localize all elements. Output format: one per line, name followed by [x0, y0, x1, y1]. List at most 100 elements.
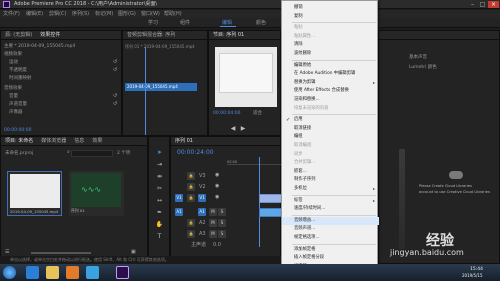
track-lock-icon[interactable]: 🔒	[187, 183, 195, 191]
effect-time-remap[interactable]: 时间重映射	[9, 76, 32, 82]
context-menu-item[interactable]: 复制	[282, 13, 379, 21]
context-menu-item[interactable]: 插入帧定格分段	[282, 254, 379, 262]
workspace-color[interactable]: 颜色	[256, 20, 266, 26]
track-lock-icon[interactable]: 🔒	[187, 172, 195, 180]
browser-icon[interactable]	[86, 266, 99, 279]
workspace-assembly[interactable]: 组件	[180, 20, 190, 26]
playhead-line[interactable]	[145, 47, 146, 135]
context-menu-item[interactable]: 添加帧定格	[282, 246, 379, 254]
mute-button[interactable]: M	[209, 230, 217, 238]
context-menu-item[interactable]: 取消链接	[282, 125, 379, 133]
tab-media-browser[interactable]: 媒体浏览器	[37, 137, 70, 146]
context-menu-item[interactable]: 粘贴属性...	[282, 33, 379, 41]
timeline-ruler[interactable]: 00:00	[227, 159, 282, 165]
context-menu-item[interactable]: 波纹删除	[282, 50, 379, 58]
menu-sequence[interactable]: 序列(S)	[72, 11, 89, 17]
reset-icon[interactable]: ↺	[113, 67, 117, 73]
tab-source[interactable]: 源: (无剪辑)	[1, 31, 36, 40]
context-menu-item[interactable]: 制作子序列	[282, 176, 379, 184]
context-menu-item[interactable]: 标签 ▸	[282, 197, 379, 205]
context-menu-item[interactable]: 在 Adobe Audition 中编辑剪辑	[282, 70, 379, 78]
eye-icon[interactable]: ◉	[215, 172, 219, 178]
clock-date[interactable]: 2019/5/15	[462, 273, 483, 279]
project-search-input[interactable]	[71, 150, 113, 157]
context-menu-item[interactable]: 粘贴	[282, 24, 379, 32]
workspace-learn[interactable]: 学习	[148, 20, 158, 26]
menu-clip[interactable]: 剪辑(C)	[49, 11, 66, 17]
hand-tool-icon[interactable]: ✋	[155, 221, 164, 228]
reset-icon[interactable]: ↺	[113, 93, 117, 99]
media-player-icon[interactable]	[66, 266, 79, 279]
track-lock-icon[interactable]: 🔒	[187, 194, 195, 202]
track-lock-icon[interactable]: 🔒	[187, 230, 195, 238]
context-menu-item[interactable]: 音频增益...	[282, 216, 379, 225]
reset-icon[interactable]: ↺	[113, 59, 117, 65]
context-menu-item[interactable]: 恢复未渲染的内容	[282, 105, 379, 113]
context-menu-item[interactable]: 取消编组	[282, 142, 379, 150]
start-button[interactable]	[3, 266, 16, 279]
video-clip[interactable]	[259, 194, 282, 203]
context-menu-item[interactable]: 替换为剪辑 ▸	[282, 79, 379, 87]
context-menu-item[interactable]: 速度/持续时间...	[282, 205, 379, 213]
minimize-button[interactable]: –	[468, 1, 477, 8]
menu-marker[interactable]: 标记(M)	[95, 11, 113, 17]
track-select-tool-icon[interactable]: ⇥	[155, 161, 164, 168]
mute-button[interactable]: M	[209, 219, 217, 227]
tab-audio-mixer[interactable]: 音频剪辑混合器: 序列	[123, 31, 179, 40]
context-menu-item[interactable]: 合并剪辑...	[282, 159, 379, 167]
context-menu-item[interactable]: 帧定格选项...	[282, 234, 379, 242]
tab-project[interactable]: 项目: 未命名	[1, 137, 37, 146]
play-button[interactable]: ▶	[239, 125, 247, 132]
context-menu-item[interactable]: 渲染和替换...	[282, 96, 379, 104]
new-item-icon[interactable]: ▣	[131, 249, 136, 255]
ie-icon[interactable]	[26, 266, 39, 279]
selection-tool-icon[interactable]: ➤	[155, 149, 164, 156]
context-menu-item[interactable]: 撤销	[282, 4, 379, 12]
context-menu-item[interactable]: 同步	[282, 151, 379, 159]
menu-graphics[interactable]: 图形(G)	[118, 11, 136, 17]
track-lock-icon[interactable]: 🔒	[187, 219, 195, 227]
effect-motion[interactable]: 运动	[9, 60, 18, 66]
type-tool-icon[interactable]: T	[155, 233, 164, 240]
eye-icon[interactable]: ◉	[215, 183, 219, 189]
program-fit[interactable]: 适合	[253, 111, 262, 117]
step-back-button[interactable]: ◀	[229, 125, 237, 132]
context-menu-item[interactable]: 编组	[282, 133, 379, 141]
menu-window[interactable]: 窗口(W)	[141, 11, 160, 17]
pen-tool-icon[interactable]: ✒	[155, 209, 164, 216]
zoom-slider[interactable]	[31, 252, 91, 254]
track-label[interactable]: V1	[198, 194, 206, 202]
explorer-icon[interactable]	[46, 266, 59, 279]
effect-channel-volume[interactable]: 声道音量	[9, 102, 27, 108]
slip-tool-icon[interactable]: ↔	[155, 197, 164, 204]
ripple-edit-tool-icon[interactable]: ⇹	[155, 173, 164, 180]
context-menu-item[interactable]: 编辑原始	[282, 62, 379, 70]
clip-bar[interactable]: 2019-04-09_155045.mp4	[125, 83, 197, 91]
context-menu-item[interactable]: 清除	[282, 41, 379, 49]
maximize-button[interactable]: □	[478, 1, 487, 8]
razor-tool-icon[interactable]: ✂	[155, 185, 164, 192]
tab-effect-controls[interactable]: 效果控件	[36, 31, 64, 40]
project-item[interactable]: ∿∿∿ 序列 01	[69, 171, 124, 216]
menu-file[interactable]: 文件(F)	[3, 11, 20, 17]
eye-icon[interactable]: ◉	[215, 194, 219, 200]
menu-edit[interactable]: 编辑(E)	[26, 11, 43, 17]
solo-button[interactable]: S	[218, 208, 226, 216]
premiere-icon[interactable]	[116, 266, 129, 279]
solo-button[interactable]: S	[218, 230, 226, 238]
context-menu-item[interactable]: 嵌套...	[282, 168, 379, 176]
solo-button[interactable]: S	[218, 219, 226, 227]
audio-clip[interactable]	[259, 208, 282, 217]
project-item[interactable]: 2019-04-09_155045.mp4	[7, 171, 62, 216]
list-view-icon[interactable]: ☰	[5, 249, 9, 255]
context-menu-item[interactable]: 多机位 ▸	[282, 185, 379, 193]
track-label[interactable]: A1	[198, 208, 206, 216]
tab-effects[interactable]: 效果	[88, 137, 106, 146]
reset-icon[interactable]: ↺	[113, 101, 117, 107]
context-menu-item[interactable]: 使用 After Effects 合成替换	[282, 87, 379, 95]
context-menu-item[interactable]: 音频声道...	[282, 225, 379, 233]
track-target-a1[interactable]: A1	[175, 208, 183, 216]
context-menu-item[interactable]: 启用 ✓	[282, 116, 379, 124]
mute-button[interactable]: M	[209, 208, 217, 216]
tab-info[interactable]: 信息	[70, 137, 88, 146]
